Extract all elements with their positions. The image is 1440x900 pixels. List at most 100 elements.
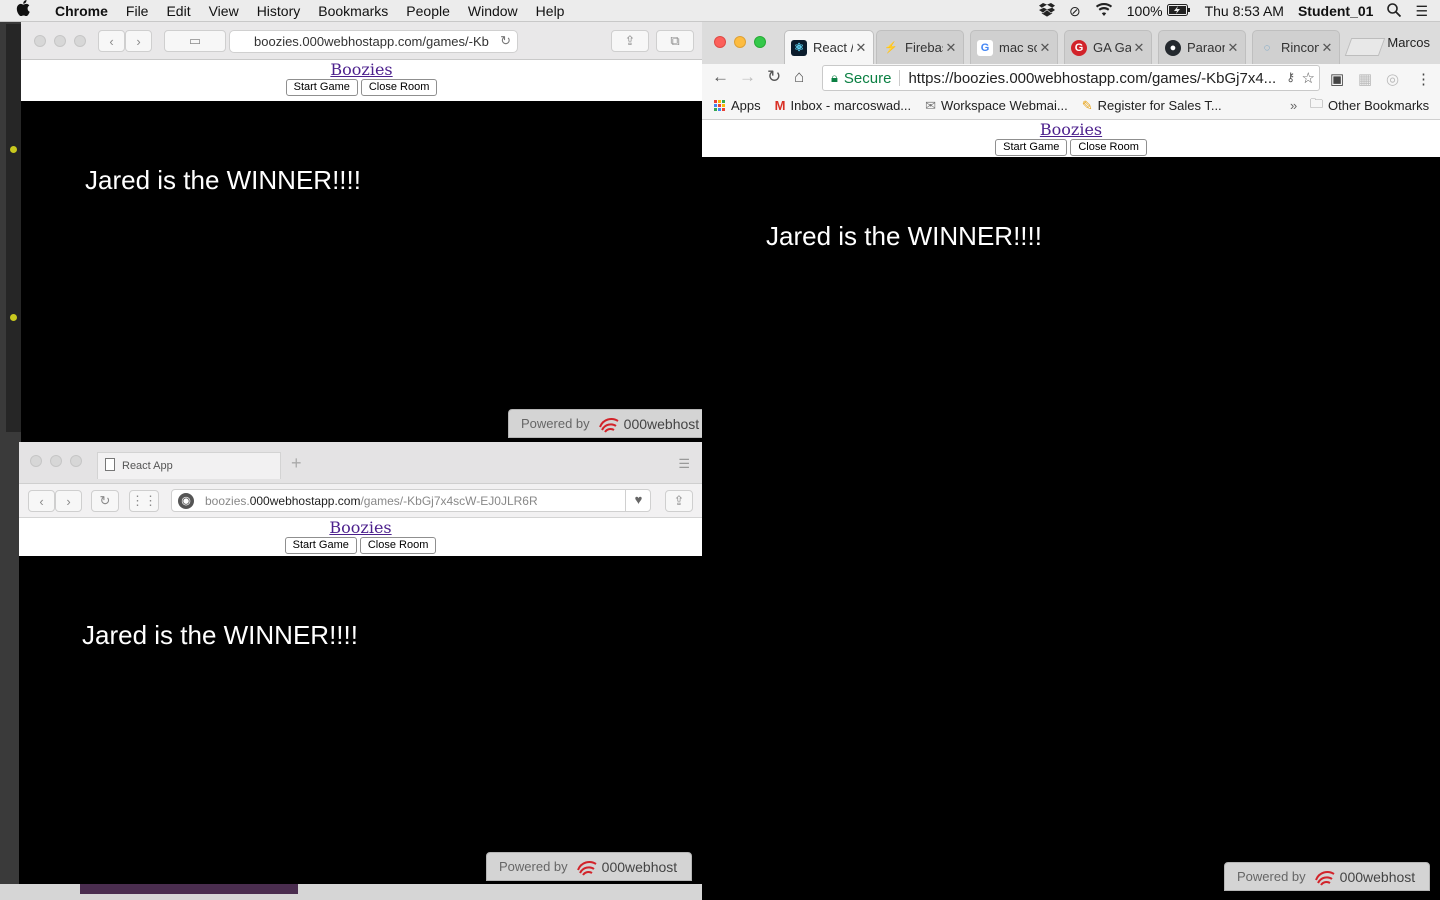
bookmark-workspace-webmail[interactable]: ✉ Workspace Webmai... — [925, 98, 1068, 114]
back-button[interactable]: ‹ — [28, 490, 55, 512]
extension-circle-icon[interactable]: ◎ — [1386, 70, 1399, 88]
tab-firebase[interactable]: ⚡ Firebas ✕ — [876, 30, 964, 64]
close-tab-icon[interactable]: ✕ — [943, 40, 959, 56]
close-tab-icon[interactable]: ✕ — [1319, 40, 1335, 56]
zoom-window-icon[interactable] — [74, 35, 86, 47]
extension-icon[interactable]: ▣ — [1330, 70, 1344, 88]
close-room-button[interactable]: Close Room — [359, 537, 437, 554]
share-button[interactable]: ⇪ — [611, 30, 649, 52]
tab-label: Firebas — [905, 40, 943, 55]
bookmark-inbox[interactable]: M Inbox - marcoswad... — [775, 98, 912, 113]
firebase-icon: ⚡ — [884, 41, 898, 54]
new-tab-icon[interactable]: + — [291, 453, 302, 474]
site-title-link[interactable]: Boozies — [19, 518, 702, 537]
forward-button[interactable]: › — [125, 30, 152, 52]
zoom-window-icon[interactable] — [70, 455, 82, 467]
user-account-name[interactable]: Student_01 — [1298, 3, 1373, 19]
close-room-button[interactable]: Close Room — [360, 79, 438, 96]
dropbox-icon[interactable] — [1039, 2, 1056, 20]
new-tab-button[interactable] — [1344, 38, 1386, 56]
close-window-icon[interactable] — [714, 36, 726, 48]
spotlight-search-icon[interactable] — [1387, 2, 1402, 20]
gmail-icon: M — [774, 98, 786, 113]
battery-percent[interactable]: 100% — [1127, 3, 1163, 19]
bookmark-register-sales[interactable]: ✎ Register for Sales T... — [1082, 98, 1222, 114]
tab-menu-icon[interactable]: ☰ — [678, 456, 690, 472]
tab-github[interactable]: ● Paraon ✕ — [1158, 30, 1246, 64]
chrome-menu-icon[interactable]: ⋮ — [1416, 70, 1431, 88]
sidebar-toggle-button[interactable]: ▭ — [164, 30, 226, 52]
reload-icon[interactable]: ↻ — [500, 33, 511, 49]
minimize-window-icon[interactable] — [50, 455, 62, 467]
menu-view[interactable]: View — [200, 3, 248, 19]
menu-edit[interactable]: Edit — [157, 3, 199, 19]
home-icon[interactable]: ⌂ — [794, 67, 804, 87]
start-game-button[interactable]: Start Game — [285, 79, 358, 96]
forward-button[interactable]: › — [55, 490, 82, 512]
battery-charging-icon[interactable] — [1166, 3, 1191, 19]
extension-grid-icon[interactable]: ▦ — [1358, 70, 1372, 88]
tab-ga[interactable]: G GA Gal ✕ — [1064, 30, 1152, 64]
do-not-disturb-icon[interactable]: ⊘ — [1069, 3, 1081, 20]
000webhost-logo-icon — [598, 415, 620, 433]
menu-history[interactable]: History — [248, 3, 310, 19]
menu-help[interactable]: Help — [527, 3, 574, 19]
menu-bookmarks[interactable]: Bookmarks — [309, 3, 397, 19]
close-tab-icon[interactable]: ✕ — [1037, 40, 1053, 56]
tab-rincon[interactable]: ◌ Rincon ✕ — [1252, 30, 1340, 64]
heart-icon[interactable]: ♥ — [625, 490, 650, 511]
forward-arrow-icon[interactable]: → — [739, 67, 756, 87]
back-arrow-icon[interactable]: ← — [712, 67, 729, 87]
bookmark-label: Workspace Webmai... — [941, 98, 1068, 113]
powered-by-badge[interactable]: Powered by 000webhost — [486, 852, 692, 881]
site-title-link[interactable]: Boozies — [21, 60, 702, 79]
apple-menu-icon[interactable] — [0, 0, 46, 21]
start-game-button[interactable]: Start Game — [995, 139, 1068, 156]
terminal-dot — [10, 146, 17, 153]
bookmarks-overflow-icon[interactable]: » — [1290, 98, 1297, 113]
address-path: /games/-KbGj7x4scW-EJ0JLR6R — [360, 493, 538, 508]
clock[interactable]: Thu 8:53 AM — [1205, 3, 1284, 19]
close-window-icon[interactable] — [34, 35, 46, 47]
tabs-overview-button[interactable]: ⧉ — [656, 30, 694, 52]
bookmark-star-icon[interactable]: ☆ — [1302, 69, 1315, 87]
chevron-left-icon: ‹ — [39, 493, 44, 509]
zoom-window-icon[interactable] — [754, 36, 766, 48]
profile-name[interactable]: Marcos — [1387, 35, 1430, 50]
notification-center-icon[interactable]: ☰ — [1415, 3, 1428, 20]
menu-file[interactable]: File — [117, 3, 158, 19]
close-window-icon[interactable] — [30, 455, 42, 467]
close-tab-icon[interactable]: ✕ — [1225, 40, 1241, 56]
share-button[interactable]: ⇪ — [665, 490, 693, 512]
minimize-window-icon[interactable] — [734, 36, 746, 48]
close-room-button[interactable]: Close Room — [1070, 139, 1147, 156]
minimize-window-icon[interactable] — [54, 35, 66, 47]
address-bar[interactable]: boozies.000webhostapp.com/games/-Kb ↻ — [229, 30, 518, 53]
tab-google-search[interactable]: G mac sc ✕ — [970, 30, 1058, 64]
menu-people[interactable]: People — [397, 3, 459, 19]
bookmarks-bar: Apps M Inbox - marcoswad... ✉ Workspace … — [702, 92, 1440, 120]
reload-icon[interactable]: ↻ — [767, 67, 781, 87]
register-icon: ✎ — [1081, 97, 1093, 113]
powered-by-badge[interactable]: Powered by 000webhost — [1224, 862, 1430, 891]
wifi-icon[interactable] — [1095, 3, 1113, 19]
key-icon[interactable]: ⚷ — [1286, 70, 1295, 84]
start-game-button[interactable]: Start Game — [284, 537, 357, 554]
page-header: Boozies Start Game Close Room — [19, 518, 702, 556]
reload-button[interactable]: ↻ — [91, 490, 119, 512]
site-title-link[interactable]: Boozies — [702, 120, 1440, 139]
bookmark-apps[interactable]: Apps — [714, 98, 761, 113]
chrome-tab-strip: ⚛ React / ✕ ⚡ Firebas ✕ G mac sc ✕ G GA … — [702, 22, 1440, 64]
omnibox[interactable]: 🔒︎ Secure https://boozies.000webhostapp.… — [822, 65, 1320, 91]
menu-window[interactable]: Window — [459, 3, 527, 19]
powered-by-badge[interactable]: Powered by 000webhost — [508, 409, 702, 438]
address-bar[interactable]: ◉ boozies. 000webhostapp.com/games/-KbGj7… — [171, 489, 651, 512]
menu-app-name[interactable]: Chrome — [46, 3, 117, 19]
top-sites-button[interactable]: ⋮⋮ — [129, 490, 159, 512]
tab-react[interactable]: ⚛ React / ✕ — [784, 30, 874, 64]
close-tab-icon[interactable]: ✕ — [1131, 40, 1147, 56]
back-button[interactable]: ‹ — [98, 30, 125, 52]
other-bookmarks[interactable]: 🗀 Other Bookmarks — [1310, 95, 1429, 117]
close-tab-icon[interactable]: ✕ — [853, 40, 869, 56]
tab-react-app[interactable]: React App — [97, 452, 281, 479]
